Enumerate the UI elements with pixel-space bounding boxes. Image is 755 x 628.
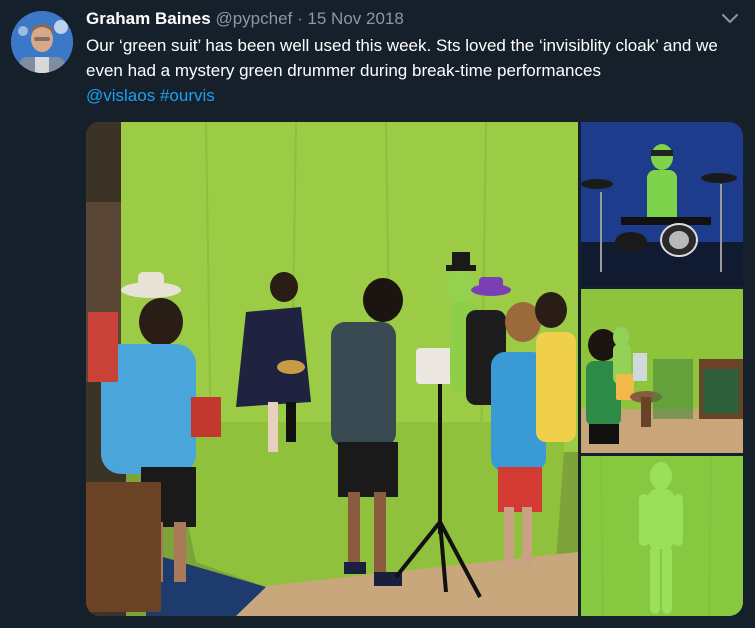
- tweet-card: Graham Baines @pypchef · 15 Nov 2018 Our…: [0, 0, 755, 628]
- author-handle[interactable]: @pypchef: [215, 9, 292, 28]
- photo-boy-with-tablet[interactable]: [581, 289, 743, 453]
- author-name[interactable]: Graham Baines: [86, 9, 211, 28]
- media-grid: [86, 122, 743, 616]
- mention-link[interactable]: @vislaos: [86, 86, 155, 105]
- hashtag-link[interactable]: #ourvis: [160, 86, 215, 105]
- avatar-image: [11, 11, 73, 73]
- photo-green-drummer[interactable]: [581, 122, 743, 286]
- avatar[interactable]: [11, 11, 73, 73]
- chevron-down-icon[interactable]: [721, 12, 739, 26]
- header-separator: ·: [297, 9, 303, 28]
- photo-green-suit-figure[interactable]: [581, 456, 743, 616]
- tweet-text-body: Our ‘green suit’ has been well used this…: [86, 36, 718, 80]
- tweet-text: Our ‘green suit’ has been well used this…: [86, 33, 736, 108]
- tweet-header: Graham Baines @pypchef · 15 Nov 2018: [86, 9, 404, 29]
- tweet-date[interactable]: 15 Nov 2018: [307, 9, 403, 28]
- photo-green-screen-studio[interactable]: [86, 122, 578, 616]
